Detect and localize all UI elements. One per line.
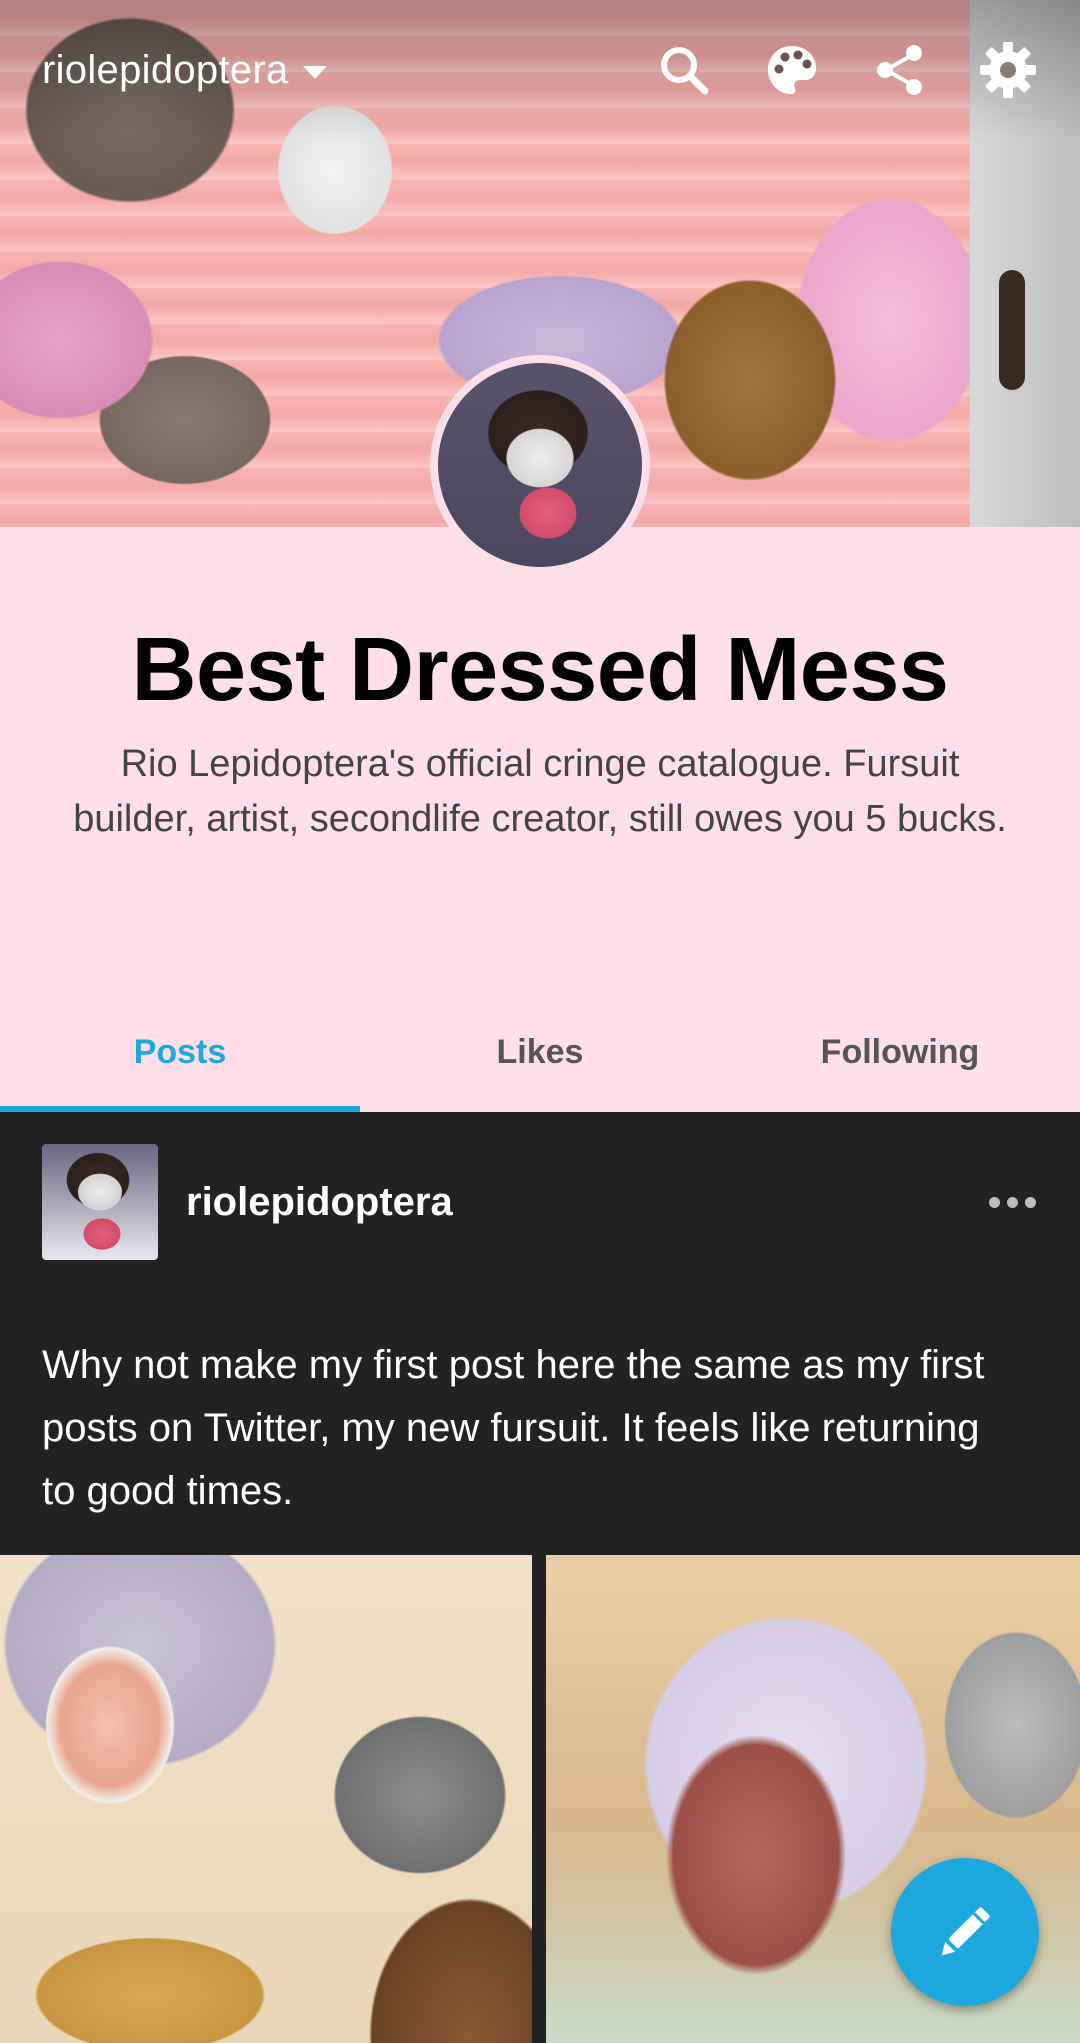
more-dot-icon	[989, 1196, 1000, 1208]
top-bar: riolepidoptera	[0, 0, 1080, 140]
tab-posts[interactable]: Posts	[0, 992, 360, 1112]
post-avatar[interactable]	[42, 1144, 158, 1260]
profile-tabs: Posts Likes Following	[0, 992, 1080, 1112]
blog-switcher-label: riolepidoptera	[42, 47, 289, 92]
settings-icon[interactable]	[978, 40, 1038, 100]
post-username[interactable]: riolepidoptera	[186, 1180, 453, 1225]
share-icon[interactable]	[870, 40, 930, 100]
more-dot-icon	[1025, 1196, 1036, 1208]
blog-title: Best Dressed Mess	[131, 620, 949, 720]
caret-down-icon	[302, 65, 327, 79]
blog-avatar[interactable]	[430, 355, 650, 575]
avatar-image	[438, 363, 642, 567]
more-options-button[interactable]	[975, 1187, 1050, 1218]
profile-section: Best Dressed Mess Rio Lepidoptera's offi…	[0, 527, 1080, 1112]
blog-switcher[interactable]: riolepidoptera	[42, 48, 327, 93]
compose-pencil-icon	[941, 1907, 990, 1956]
search-icon[interactable]	[654, 40, 714, 100]
more-dot-icon	[1007, 1196, 1018, 1208]
tab-following[interactable]: Following	[720, 992, 1080, 1112]
tab-likes[interactable]: Likes	[360, 992, 720, 1112]
post-photo-1[interactable]	[0, 1555, 532, 2043]
post-header: riolepidoptera	[42, 1144, 1050, 1260]
compose-button[interactable]	[891, 1858, 1039, 2006]
blog-description: Rio Lepidoptera's official cringe catalo…	[73, 743, 1007, 840]
palette-icon[interactable]	[762, 40, 822, 100]
post-body-text: Why not make my first post here the same…	[42, 1343, 985, 1513]
